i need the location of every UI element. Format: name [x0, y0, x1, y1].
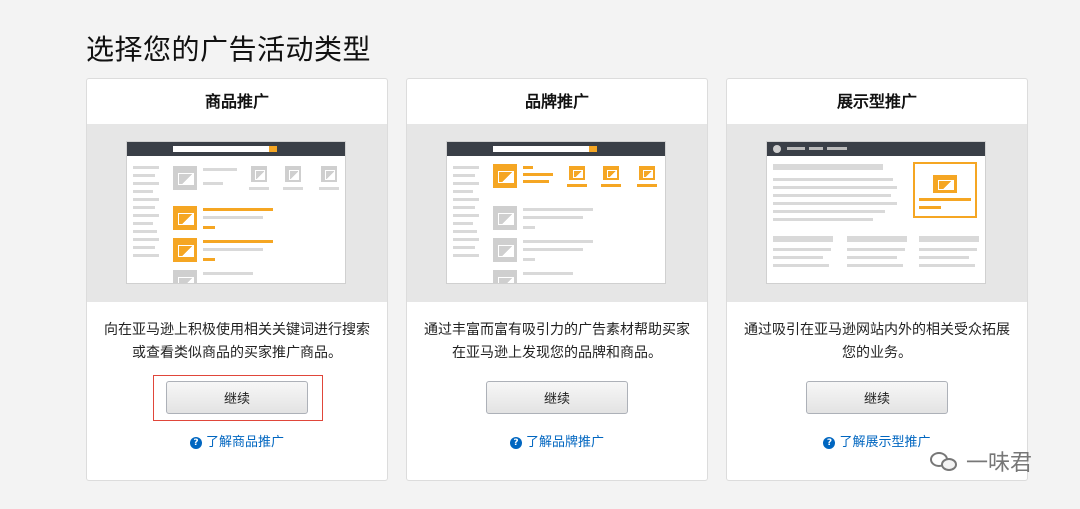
question-circle-icon: ? — [509, 437, 522, 449]
card-description: 通过丰富而富有吸引力的广告素材帮助买家在亚马逊上发现您的品牌和商品。 — [424, 322, 690, 361]
watermark: 一味君 — [930, 445, 1032, 477]
card-description: 通过吸引在亚马逊网站内外的相关受众拓展您的业务。 — [744, 322, 1010, 361]
preview-illustration — [766, 141, 986, 284]
image-placeholder-icon — [251, 166, 267, 182]
image-placeholder-icon — [173, 166, 197, 190]
image-placeholder-icon — [493, 238, 517, 262]
preview-illustration — [126, 141, 346, 284]
preview-search-field — [173, 146, 269, 152]
brand-product-icon — [569, 166, 585, 180]
sponsored-image-icon — [173, 206, 197, 230]
card-sponsored-brands: 品牌推广 通过丰富而富有吸引力的广告素材帮助买家在亚马逊上发现您的品牌和商品。 … — [406, 78, 708, 481]
avatar-dot — [773, 145, 781, 153]
card-title: 商品推广 — [204, 92, 269, 111]
image-placeholder-icon — [321, 166, 337, 182]
preview-search-button — [269, 146, 277, 152]
sponsored-image-icon — [173, 238, 197, 262]
learn-more-link[interactable]: ? 了解商品推广 — [87, 431, 387, 450]
card-sponsored-display: 展示型推广 通过吸引在亚马逊网站内外的相关受众拓展您的业务。 继续 ? 了解展示… — [726, 78, 1028, 481]
learn-more-link[interactable]: ? 了解品牌推广 — [407, 431, 707, 450]
card-title: 展示型推广 — [836, 92, 917, 111]
card-description: 向在亚马逊上积极使用相关关键词进行搜索或查看类似商品的买家推广商品。 — [104, 322, 370, 361]
preview-area — [407, 124, 707, 302]
image-placeholder-icon — [493, 270, 517, 283]
image-placeholder-icon — [173, 270, 197, 283]
preview-search-field — [493, 146, 589, 152]
page-title: 选择您的广告活动类型 — [86, 33, 372, 66]
brand-product-icon — [603, 166, 619, 180]
question-circle-icon: ? — [823, 437, 836, 449]
continue-button[interactable]: 继续 — [166, 381, 308, 414]
wechat-icon — [930, 450, 960, 472]
image-placeholder-icon — [285, 166, 301, 182]
preview-area — [87, 124, 387, 302]
preview-search-button — [589, 146, 597, 152]
brand-product-icon — [639, 166, 655, 180]
question-circle-icon: ? — [189, 437, 202, 449]
learn-more-label: 了解商品推广 — [205, 435, 284, 450]
card-title: 品牌推广 — [524, 92, 589, 111]
brand-logo-icon — [493, 164, 517, 188]
watermark-text: 一味君 — [966, 451, 1033, 476]
learn-more-label: 了解品牌推广 — [525, 435, 604, 450]
learn-more-label: 了解展示型推广 — [839, 435, 931, 450]
continue-button[interactable]: 继续 — [806, 381, 948, 414]
card-sponsored-products: 商品推广 向在亚马逊上积极使用相关关键词进行搜索或查看类似商品的买家推广商品。 … — [86, 78, 388, 481]
preview-illustration — [446, 141, 666, 284]
preview-area — [727, 124, 1027, 302]
display-ad-image-icon — [933, 175, 957, 193]
continue-button[interactable]: 继续 — [486, 381, 628, 414]
image-placeholder-icon — [493, 206, 517, 230]
